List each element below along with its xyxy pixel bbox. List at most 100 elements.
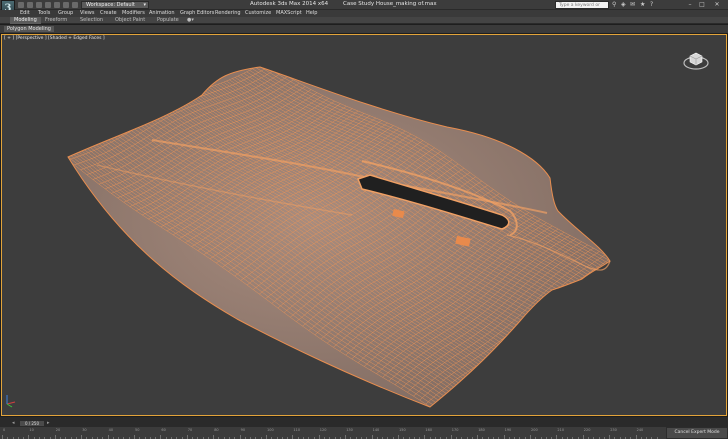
close-icon[interactable]: ✕: [708, 0, 726, 9]
quick-access-dropdown-icon[interactable]: [72, 2, 78, 8]
track-bar-tick-label: 90: [240, 428, 246, 432]
tab-object-paint[interactable]: Object Paint: [111, 17, 149, 24]
track-bar-tick-label: 190: [504, 428, 512, 432]
polygon-modeling-panel[interactable]: Polygon Modeling: [4, 26, 54, 32]
track-bar-tick: [582, 435, 584, 439]
new-scene-icon[interactable]: [18, 2, 24, 8]
chevron-down-icon: ▾: [143, 2, 146, 8]
tab-modeling[interactable]: Modeling: [10, 17, 41, 24]
track-bar-tick-label: 230: [610, 428, 617, 432]
track-bar-tick: [318, 435, 320, 439]
title-bar: 3 Workspace: Default ▾ Autodesk 3ds Max …: [0, 0, 728, 18]
track-bar-tick: [107, 435, 109, 439]
maximize-icon[interactable]: □: [696, 0, 708, 9]
cancel-expert-mode-button[interactable]: Cancel Expert Mode: [666, 427, 728, 439]
file-name: Case Study House_making of.max: [343, 1, 437, 7]
track-bar-tick: [371, 435, 373, 439]
menu-group[interactable]: Group: [58, 10, 73, 17]
time-slider[interactable]: 0 / 250: [20, 421, 44, 426]
menu-create[interactable]: Create: [100, 10, 117, 17]
track-bar-tick-label: 130: [346, 428, 353, 432]
track-bar-tick: [160, 435, 162, 439]
menu-bar: Edit Tools Group Views Create Modifiers …: [0, 10, 728, 17]
menu-maxscript[interactable]: MAXScript: [276, 10, 302, 17]
project-folder-icon[interactable]: [63, 2, 69, 8]
track-bar-tick: [635, 435, 637, 439]
menu-views[interactable]: Views: [80, 10, 94, 17]
workspace-dropdown[interactable]: Workspace: Default ▾: [81, 1, 149, 9]
undo-icon[interactable]: [45, 2, 51, 8]
track-bar-tick: [54, 435, 56, 439]
track-bar-tick: [186, 435, 188, 439]
track-bar-tick: [398, 435, 399, 439]
track-bar-tick-label: 180: [478, 428, 485, 432]
search-input[interactable]: Type a keyword or phrase: [555, 1, 609, 16]
track-bar-tick: [450, 435, 452, 439]
world-axis-icon: [6, 395, 16, 408]
terrain-mesh[interactable]: [2, 35, 726, 415]
viewcube-icon[interactable]: [682, 48, 710, 72]
track-bar-tick-label: 170: [451, 428, 459, 432]
favorites-icon[interactable]: ★: [640, 1, 645, 9]
workspace-label: Workspace: Default: [86, 2, 135, 8]
track-bar-tick: [266, 435, 267, 439]
minimize-icon[interactable]: –: [684, 0, 696, 9]
menu-help[interactable]: Help: [306, 10, 317, 17]
subscription-icon[interactable]: ◈: [621, 1, 626, 9]
track-bar-tick-label: 210: [557, 428, 565, 432]
menu-rendering[interactable]: Rendering: [215, 10, 241, 17]
ribbon-tabs: Modeling Freeform Selection Object Paint…: [0, 17, 728, 24]
menu-customize[interactable]: Customize: [245, 10, 271, 17]
track-bar-tick-label: 50: [135, 428, 140, 432]
track-bar-tick: [556, 435, 558, 439]
track-bar-tick: [477, 435, 479, 439]
previous-frame-icon[interactable]: ◂: [12, 420, 15, 426]
track-bar-tick: [503, 435, 505, 439]
track-bar-tick-label: 60: [161, 428, 166, 432]
communication-icon[interactable]: ✉: [630, 1, 635, 9]
track-bar[interactable]: 0 10 20 30 40 50 60 70 80 90 100 110 120 130 140 150 160…: [0, 427, 728, 439]
perspective-viewport[interactable]: [ + ] [Perspective ] [Shaded + Edged Fac…: [1, 34, 727, 416]
menu-tools[interactable]: Tools: [38, 10, 50, 17]
track-bar-tick: [239, 435, 241, 439]
track-bar-tick-label: 160: [425, 428, 433, 432]
menu-animation[interactable]: Animation: [149, 10, 175, 17]
tab-freeform[interactable]: Freeform: [41, 17, 71, 24]
window-controls: – □ ✕: [684, 0, 726, 9]
track-bar-tick-label: 200: [531, 428, 538, 432]
track-bar-tick-label: 150: [399, 428, 406, 432]
tab-selection[interactable]: Selection: [76, 17, 107, 24]
track-bar-tick-label: 70: [187, 428, 193, 432]
track-bar-tick-label: 240: [636, 428, 644, 432]
track-bar-tick-label: 30: [82, 428, 87, 432]
track-bar-tick: [424, 435, 426, 439]
track-bar-tick: [609, 435, 611, 439]
track-bar-tick: [2, 435, 3, 439]
track-bar-tick-label: 0: [3, 428, 6, 432]
ribbon-options-icon[interactable]: ●▾: [183, 17, 198, 24]
track-bar-tick: [530, 435, 531, 439]
track-bar-tick: [81, 435, 83, 439]
search-icon[interactable]: ⚲: [612, 1, 616, 9]
redo-icon[interactable]: [54, 2, 60, 8]
menu-modifiers[interactable]: Modifiers: [122, 10, 145, 17]
help-icon[interactable]: ?: [650, 1, 653, 9]
track-bar-tick-label: 110: [293, 428, 301, 432]
track-bar-tick-label: 10: [29, 428, 34, 432]
menu-edit[interactable]: Edit: [20, 10, 30, 17]
app-title: Autodesk 3ds Max 2014 x64: [250, 1, 329, 7]
save-file-icon[interactable]: [36, 2, 42, 8]
time-slider-bar: ◂ 0 / 250 ▸ 0 10 20 30 40 50 60 70 80 90 100 110 120…: [0, 417, 728, 439]
track-bar-tick-label: 80: [214, 428, 219, 432]
open-file-icon[interactable]: [27, 2, 33, 8]
ribbon-panel-row: Polygon Modeling: [0, 25, 728, 33]
menu-graph-editors[interactable]: Graph Editors: [180, 10, 214, 17]
tab-populate[interactable]: Populate: [153, 17, 183, 24]
track-bar-tick-label: 20: [55, 428, 61, 432]
track-bar-tick: [345, 435, 347, 439]
next-frame-icon[interactable]: ▸: [47, 420, 50, 426]
track-bar-tick: [292, 435, 294, 439]
track-bar-tick-label: 140: [372, 428, 380, 432]
track-bar-tick-label: 120: [319, 428, 327, 432]
track-bar-tick: [134, 435, 135, 439]
